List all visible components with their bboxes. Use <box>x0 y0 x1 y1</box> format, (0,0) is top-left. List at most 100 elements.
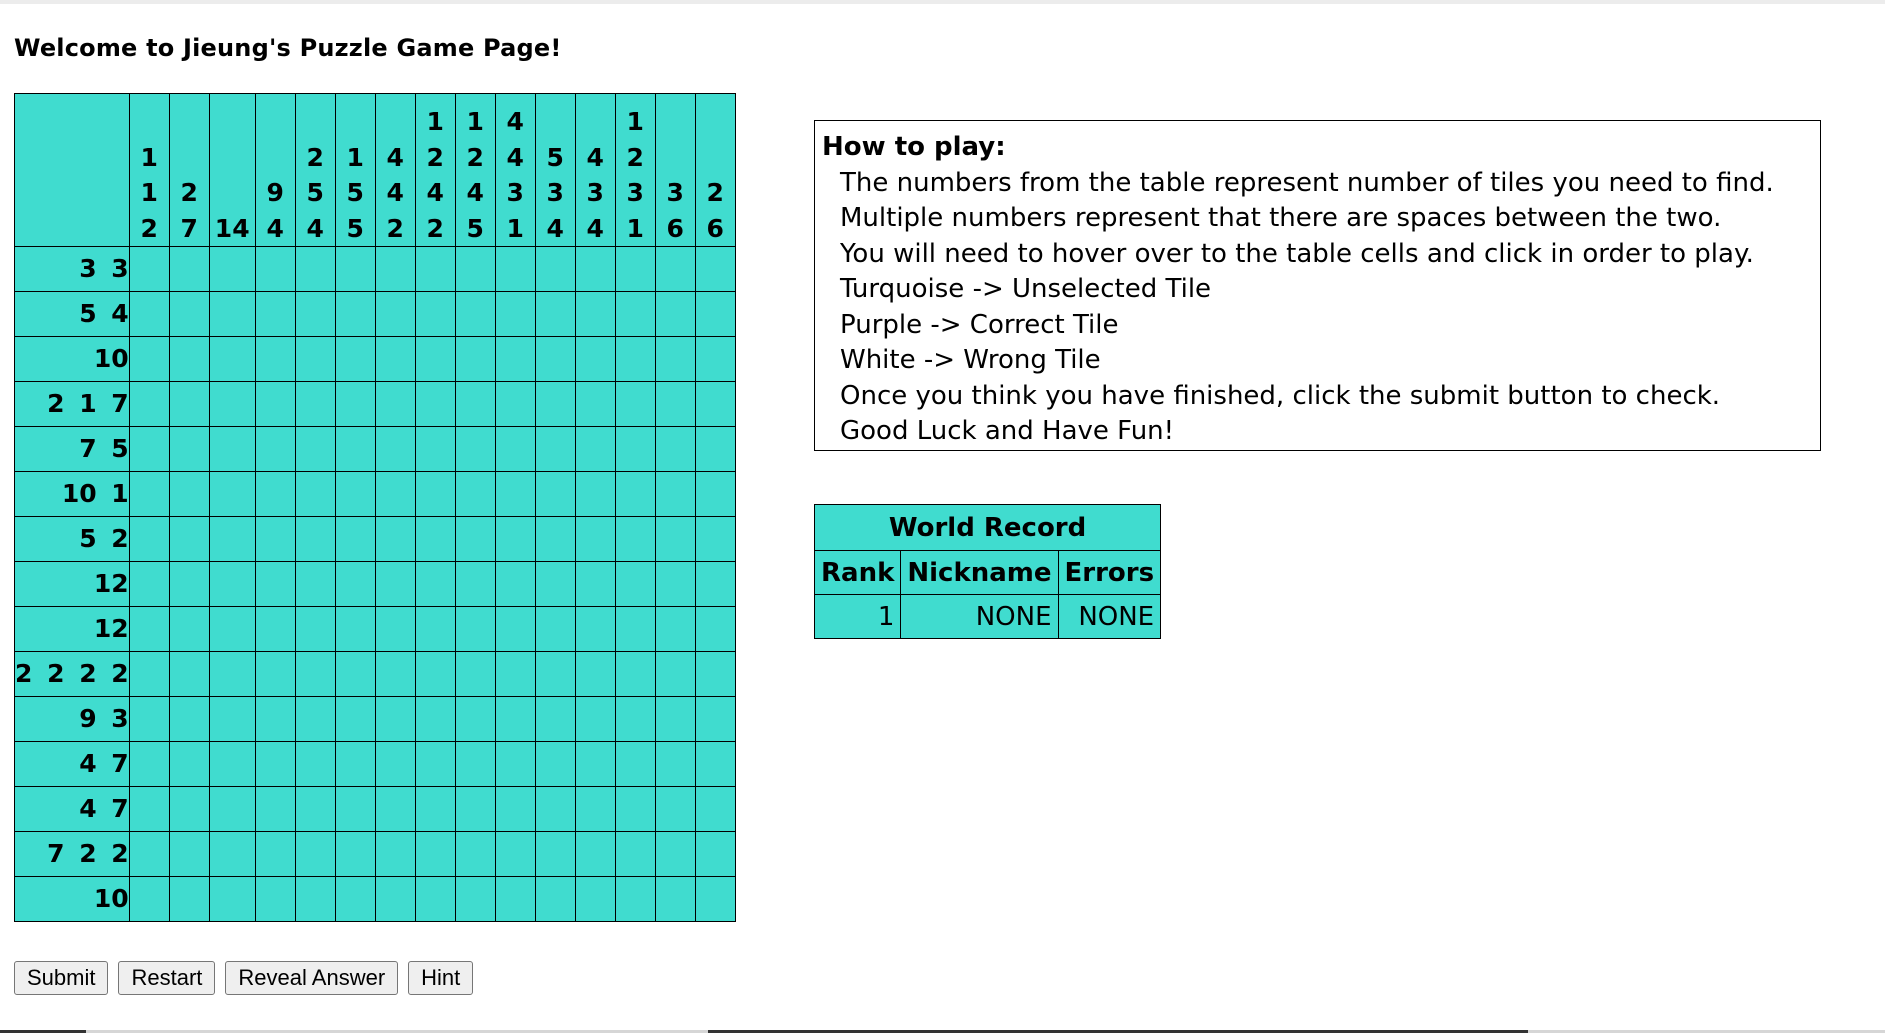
puzzle-tile[interactable] <box>654 831 696 877</box>
puzzle-tile[interactable] <box>254 381 296 427</box>
puzzle-tile[interactable] <box>168 471 210 517</box>
puzzle-tile[interactable] <box>614 606 656 652</box>
puzzle-tile[interactable] <box>534 336 576 382</box>
puzzle-tile[interactable] <box>614 471 656 517</box>
puzzle-tile[interactable] <box>454 876 496 922</box>
puzzle-tile[interactable] <box>168 336 210 382</box>
puzzle-tile[interactable] <box>334 876 376 922</box>
puzzle-tile[interactable] <box>334 786 376 832</box>
puzzle-tile[interactable] <box>294 381 336 427</box>
puzzle-tile[interactable] <box>494 651 536 697</box>
puzzle-tile[interactable] <box>574 831 616 877</box>
puzzle-tile[interactable] <box>168 606 210 652</box>
puzzle-tile[interactable] <box>294 786 336 832</box>
puzzle-tile[interactable] <box>694 471 736 517</box>
puzzle-tile[interactable] <box>334 651 376 697</box>
puzzle-tile[interactable] <box>334 516 376 562</box>
puzzle-tile[interactable] <box>414 291 456 337</box>
puzzle-tile[interactable] <box>574 471 616 517</box>
puzzle-tile[interactable] <box>208 291 256 337</box>
puzzle-tile[interactable] <box>334 606 376 652</box>
puzzle-tile[interactable] <box>494 291 536 337</box>
puzzle-tile[interactable] <box>694 516 736 562</box>
puzzle-tile[interactable] <box>614 381 656 427</box>
puzzle-tile[interactable] <box>254 561 296 607</box>
puzzle-tile[interactable] <box>208 831 256 877</box>
puzzle-tile[interactable] <box>414 831 456 877</box>
puzzle-tile[interactable] <box>494 426 536 472</box>
puzzle-tile[interactable] <box>494 876 536 922</box>
puzzle-tile[interactable] <box>494 516 536 562</box>
puzzle-tile[interactable] <box>574 606 616 652</box>
puzzle-tile[interactable] <box>374 741 416 787</box>
puzzle-tile[interactable] <box>454 426 496 472</box>
puzzle-tile[interactable] <box>454 786 496 832</box>
puzzle-tile[interactable] <box>454 561 496 607</box>
puzzle-tile[interactable] <box>534 831 576 877</box>
puzzle-tile[interactable] <box>168 786 210 832</box>
puzzle-tile[interactable] <box>574 651 616 697</box>
puzzle-tile[interactable] <box>574 561 616 607</box>
puzzle-tile[interactable] <box>494 831 536 877</box>
puzzle-tile[interactable] <box>654 696 696 742</box>
puzzle-tile[interactable] <box>128 471 170 517</box>
puzzle-tile[interactable] <box>208 471 256 517</box>
puzzle-tile[interactable] <box>694 246 736 292</box>
puzzle-tile[interactable] <box>374 246 416 292</box>
puzzle-tile[interactable] <box>168 516 210 562</box>
puzzle-tile[interactable] <box>454 696 496 742</box>
puzzle-tile[interactable] <box>294 336 336 382</box>
puzzle-tile[interactable] <box>494 741 536 787</box>
puzzle-tile[interactable] <box>254 741 296 787</box>
puzzle-tile[interactable] <box>654 741 696 787</box>
puzzle-tile[interactable] <box>168 426 210 472</box>
puzzle-tile[interactable] <box>694 426 736 472</box>
puzzle-tile[interactable] <box>494 336 536 382</box>
puzzle-tile[interactable] <box>614 336 656 382</box>
puzzle-tile[interactable] <box>294 426 336 472</box>
puzzle-tile[interactable] <box>654 651 696 697</box>
puzzle-tile[interactable] <box>414 471 456 517</box>
puzzle-tile[interactable] <box>494 381 536 427</box>
puzzle-tile[interactable] <box>208 786 256 832</box>
puzzle-tile[interactable] <box>374 291 416 337</box>
puzzle-tile[interactable] <box>254 336 296 382</box>
puzzle-tile[interactable] <box>574 291 616 337</box>
puzzle-tile[interactable] <box>494 606 536 652</box>
puzzle-tile[interactable] <box>414 651 456 697</box>
puzzle-tile[interactable] <box>414 516 456 562</box>
puzzle-tile[interactable] <box>168 381 210 427</box>
puzzle-tile[interactable] <box>208 741 256 787</box>
puzzle-tile[interactable] <box>168 651 210 697</box>
puzzle-tile[interactable] <box>414 741 456 787</box>
puzzle-tile[interactable] <box>168 741 210 787</box>
puzzle-tile[interactable] <box>254 786 296 832</box>
puzzle-tile[interactable] <box>454 606 496 652</box>
puzzle-tile[interactable] <box>454 831 496 877</box>
puzzle-tile[interactable] <box>414 336 456 382</box>
puzzle-tile[interactable] <box>654 876 696 922</box>
puzzle-tile[interactable] <box>208 381 256 427</box>
puzzle-tile[interactable] <box>614 696 656 742</box>
puzzle-tile[interactable] <box>614 291 656 337</box>
puzzle-tile[interactable] <box>294 876 336 922</box>
puzzle-tile[interactable] <box>414 786 456 832</box>
puzzle-tile[interactable] <box>294 831 336 877</box>
puzzle-tile[interactable] <box>414 561 456 607</box>
puzzle-tile[interactable] <box>694 786 736 832</box>
puzzle-tile[interactable] <box>168 696 210 742</box>
puzzle-tile[interactable] <box>374 831 416 877</box>
puzzle-tile[interactable] <box>574 381 616 427</box>
puzzle-tile[interactable] <box>694 606 736 652</box>
puzzle-tile[interactable] <box>694 336 736 382</box>
puzzle-tile[interactable] <box>454 291 496 337</box>
puzzle-tile[interactable] <box>574 876 616 922</box>
puzzle-tile[interactable] <box>254 831 296 877</box>
puzzle-tile[interactable] <box>334 381 376 427</box>
puzzle-tile[interactable] <box>294 471 336 517</box>
puzzle-tile[interactable] <box>254 471 296 517</box>
puzzle-tile[interactable] <box>294 516 336 562</box>
puzzle-tile[interactable] <box>208 561 256 607</box>
puzzle-tile[interactable] <box>128 291 170 337</box>
puzzle-tile[interactable] <box>654 786 696 832</box>
